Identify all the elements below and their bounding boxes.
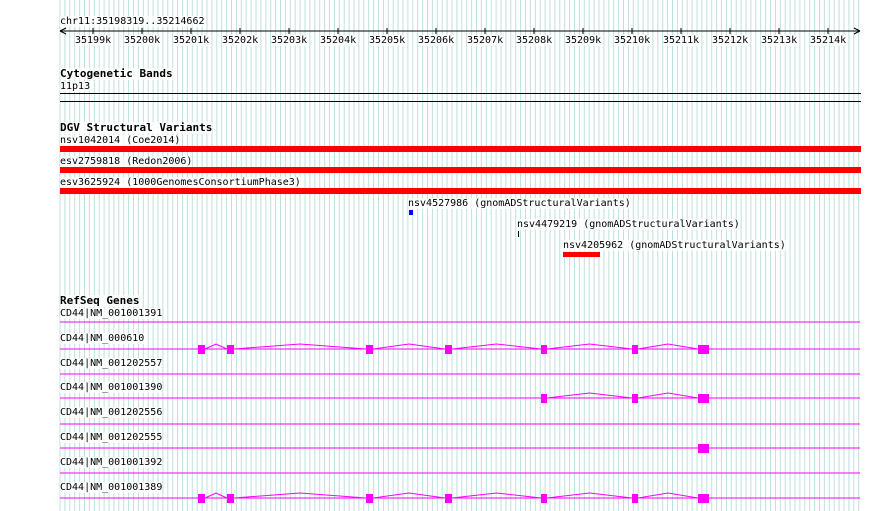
gene-intron-chevron [372,492,446,499]
gene-exon [698,494,709,503]
dgv-variant-feature [60,146,861,152]
gene-exon [198,345,205,354]
gene-exon [366,494,373,503]
gene-exon [698,444,709,453]
dgv-variant-feature [563,252,600,257]
gene-intron-chevron [233,343,367,350]
gene-intron-chevron [546,343,633,350]
gene-intron-chevron [637,392,699,399]
gene-exon [445,494,452,503]
gene-exon [541,394,547,403]
gene-intron-chevron [546,492,633,499]
gene-exon [227,345,234,354]
gene-intron-chevron [637,492,699,499]
gene-intron-chevron [637,343,699,350]
gene-exon [698,345,709,354]
dgv-variant-feature [60,188,861,194]
gene-exon [227,494,234,503]
gene-exon [198,494,205,503]
gene-intron-chevron [451,343,542,350]
dgv-variant-feature [60,167,861,173]
gene-intron-chevron [372,343,446,350]
gene-intron-chevron [451,492,542,499]
gene-exon [632,394,638,403]
gene-exon [445,345,452,354]
dgv-variant-feature [518,231,519,237]
dgv-variant-feature [409,210,413,215]
gene-exon [632,494,638,503]
gene-exon [541,345,547,354]
gene-intron-chevron [233,492,367,499]
tracks-canvas [59,27,861,503]
gene-intron-chevron [546,392,633,399]
gene-exon [698,394,709,403]
gene-intron-chevron [204,492,228,499]
gene-exon [541,494,547,503]
gene-intron-chevron [204,343,228,350]
gene-exon [632,345,638,354]
gene-exon [366,345,373,354]
